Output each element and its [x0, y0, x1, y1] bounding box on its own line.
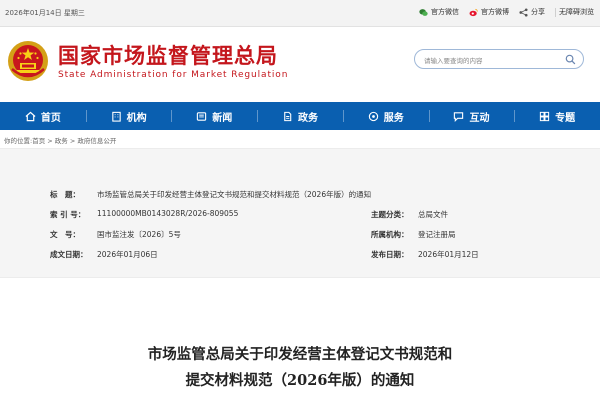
nav-item-organization[interactable]: 机构 — [85, 102, 172, 130]
index-value: 11100000MB0143028R/2026-809055 — [97, 209, 239, 218]
share-label: 分享 — [531, 8, 545, 16]
nav-item-government[interactable]: 政务 — [257, 102, 343, 130]
created-value: 2026年01月06日 — [97, 250, 158, 259]
document-info-box: 标 题： 市场监管总局关于印发经营主体登记文书规范和提交材料规范（2026年版）… — [0, 148, 600, 278]
site-title-english: State Administration for Market Regulati… — [58, 70, 289, 80]
nav-label: 服务 — [383, 112, 404, 124]
home-icon — [25, 111, 36, 121]
document-title-line: 市场监管总局关于印发经营主体登记文书规范和 — [147, 346, 453, 363]
document-title-line: 提交材料规范（2026年版）的通知 — [185, 372, 415, 389]
title-label: 标 题： — [50, 190, 80, 199]
site-header: 国家市场监督管理总局 State Administration for Mark… — [0, 27, 600, 102]
national-emblem-icon[interactable] — [6, 39, 50, 83]
info-row-docno: 文 号： 国市监注发〔2026〕5号 所属机构： 登记注册局 — [0, 229, 600, 243]
nav-label: 机构 — [126, 112, 147, 124]
published-label: 发布日期： — [371, 250, 409, 259]
wechat-icon — [419, 8, 428, 16]
search-icon[interactable] — [565, 54, 576, 65]
service-icon — [368, 111, 378, 121]
share-link[interactable]: 分享 — [519, 7, 545, 17]
current-date: 2026年01月14日 星期三 — [5, 9, 85, 17]
info-row-index: 索 引 号： 11100000MB0143028R/2026-809055 主题… — [0, 209, 600, 223]
weibo-icon — [469, 8, 478, 16]
chat-icon — [454, 111, 464, 122]
info-row-title: 标 题： 市场监管总局关于印发经营主体登记文书规范和提交材料规范（2026年版）… — [0, 189, 600, 203]
created-label: 成文日期： — [50, 250, 88, 259]
weibo-link[interactable]: 官方微博 — [469, 7, 509, 17]
breadcrumb[interactable]: 你的位置:首页 > 政务 > 政府信息公开 — [4, 135, 116, 145]
category-label: 主题分类： — [371, 210, 409, 219]
nav-label: 新闻 — [212, 112, 233, 124]
document-title: 市场监管总局关于印发经营主体登记文书规范和 提交材料规范（2026年版）的通知 — [0, 342, 600, 394]
accessibility-label: 无障碍浏览 — [559, 8, 594, 16]
document-icon — [284, 111, 292, 121]
main-nav: 首页 机构 新闻 政务 服务 互动 专题 — [0, 102, 600, 130]
nav-label: 首页 — [40, 112, 61, 124]
topic-icon — [540, 111, 550, 121]
link-divider — [555, 7, 556, 17]
nav-label: 互动 — [469, 112, 490, 124]
org-value: 登记注册局 — [418, 230, 456, 239]
nav-label: 专题 — [555, 112, 576, 124]
wechat-link[interactable]: 官方微信 — [419, 7, 459, 17]
nav-item-home[interactable]: 首页 — [0, 102, 86, 130]
nav-item-interaction[interactable]: 互动 — [428, 102, 515, 130]
building-icon — [111, 111, 121, 122]
docno-label: 文 号： — [50, 230, 80, 239]
news-icon — [197, 111, 207, 121]
accessibility-link[interactable]: 无障碍浏览 — [555, 7, 594, 17]
category-value: 总局文件 — [418, 210, 448, 219]
nav-label: 政务 — [298, 112, 319, 124]
site-title: 国家市场监督管理总局 — [58, 44, 278, 68]
info-row-dates: 成文日期： 2026年01月06日 发布日期： 2026年01月12日 — [0, 249, 600, 263]
published-value: 2026年01月12日 — [418, 250, 479, 259]
top-links: 官方微信 官方微博 分享 无障碍浏览 — [419, 7, 594, 17]
docno-value: 国市监注发〔2026〕5号 — [97, 230, 181, 239]
title-value: 市场监管总局关于印发经营主体登记文书规范和提交材料规范（2026年版）的通知 — [97, 190, 372, 199]
share-icon — [519, 7, 528, 17]
nav-item-topics[interactable]: 专题 — [514, 102, 600, 130]
index-label: 索 引 号： — [50, 210, 86, 219]
nav-item-news[interactable]: 新闻 — [171, 102, 257, 130]
nav-item-service[interactable]: 服务 — [342, 102, 429, 130]
search-placeholder[interactable]: 请输入要查询的内容 — [424, 55, 483, 65]
org-label: 所属机构： — [371, 230, 409, 239]
weibo-label: 官方微博 — [481, 8, 509, 16]
search-box[interactable]: 请输入要查询的内容 — [414, 49, 584, 69]
wechat-label: 官方微信 — [431, 8, 459, 16]
top-utility-bar: 2026年01月14日 星期三 官方微信 官方微博 分享 无障碍浏览 — [0, 0, 600, 27]
